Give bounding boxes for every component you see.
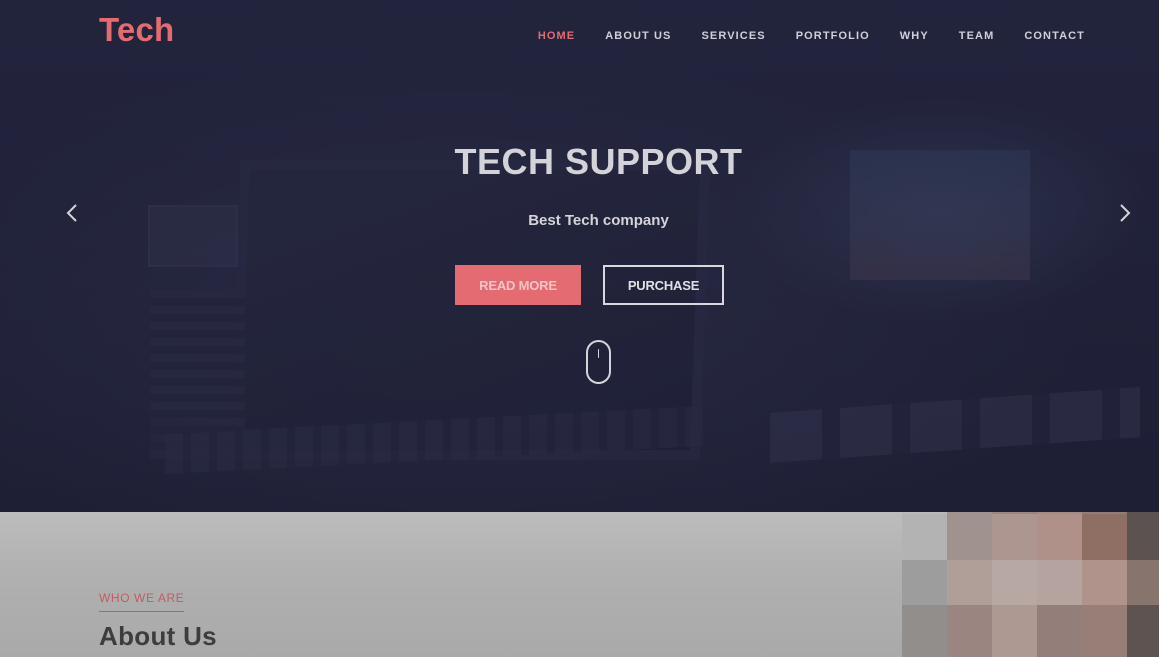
about-image-pixelated (902, 512, 1159, 657)
mosaic-tile (1082, 514, 1127, 560)
read-more-button[interactable]: READ MORE (455, 265, 581, 305)
about-eyebrow: WHO WE ARE (99, 591, 185, 612)
site-logo[interactable]: Tech (99, 11, 174, 49)
hero-title: TECH SUPPORT (454, 141, 743, 182)
mosaic-tile (1082, 650, 1127, 657)
mosaic-tile (947, 514, 992, 560)
mosaic-tile (947, 650, 992, 657)
mosaic-tile (1037, 560, 1082, 605)
hero-subtitle: Best Tech company (528, 212, 669, 229)
mosaic-tile (1127, 605, 1159, 650)
hero-section: Tech HOME ABOUT US SERVICES PORTFOLIO WH… (0, 0, 1159, 512)
mosaic-tile (1127, 560, 1159, 605)
nav-link-home[interactable]: HOME (538, 30, 575, 42)
nav-link-why[interactable]: WHY (900, 30, 929, 42)
nav-link-contact[interactable]: CONTACT (1024, 30, 1085, 42)
mosaic-tile (902, 560, 947, 605)
nav-link-services[interactable]: SERVICES (701, 30, 765, 42)
nav-link-portfolio[interactable]: PORTFOLIO (796, 30, 870, 42)
nav-item-about-us: ABOUT US (605, 26, 671, 44)
nav-item-why: WHY (900, 26, 929, 44)
mosaic-tile (902, 605, 947, 650)
mosaic-tile (947, 605, 992, 650)
mosaic-tile (947, 560, 992, 605)
about-title: About Us (99, 621, 217, 651)
nav-item-portfolio: PORTFOLIO (796, 26, 870, 44)
mosaic-tile (1037, 605, 1082, 650)
mosaic-tile (1127, 650, 1159, 657)
nav-link-team[interactable]: TEAM (959, 30, 995, 42)
mosaic-tile (1037, 650, 1082, 657)
mosaic-tile (1127, 514, 1159, 560)
nav-link-about-us[interactable]: ABOUT US (605, 30, 671, 42)
mosaic-tile (992, 560, 1037, 605)
mouse-scroll-icon[interactable] (586, 340, 611, 384)
mosaic-tile (992, 514, 1037, 560)
nav-item-services: SERVICES (701, 26, 765, 44)
main-nav: HOME ABOUT US SERVICES PORTFOLIO WHY TEA… (538, 26, 1085, 44)
mosaic-tile (1082, 560, 1127, 605)
mosaic-tile (992, 605, 1037, 650)
nav-item-team: TEAM (959, 26, 995, 44)
nav-item-contact: CONTACT (1024, 26, 1085, 44)
mosaic-tile (902, 514, 947, 560)
mosaic-tile (1082, 605, 1127, 650)
mosaic-tile (902, 650, 947, 657)
purchase-button[interactable]: PURCHASE (603, 265, 724, 305)
hero-overlay (0, 0, 1159, 512)
mosaic-tile (1037, 514, 1082, 560)
site-header: Tech HOME ABOUT US SERVICES PORTFOLIO WH… (0, 0, 1159, 64)
mosaic-tile (992, 650, 1037, 657)
nav-item-home: HOME (538, 26, 575, 44)
about-section: WHO WE ARE About Us (0, 512, 1159, 657)
